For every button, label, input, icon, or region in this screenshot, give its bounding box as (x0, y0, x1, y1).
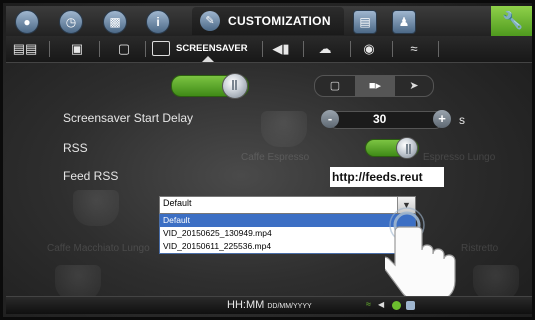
divider (438, 41, 439, 57)
tab-screensaver[interactable]: SCREENSAVER (150, 37, 262, 62)
book-icon[interactable]: ▤▤ (12, 41, 38, 57)
divider (49, 41, 50, 57)
weather-icon[interactable]: ☁ (312, 41, 338, 57)
toggle-knob (396, 137, 418, 159)
screensaver-video-dropdown: Default ▼ Default VID_20150625_130949.mp… (159, 196, 416, 254)
screensaver-delay-label: Screensaver Start Delay (63, 111, 194, 125)
tab-customization[interactable]: ✎ CUSTOMIZATION (192, 7, 344, 35)
divider (99, 41, 100, 57)
palette-icon[interactable]: ◉ (356, 41, 382, 57)
time-text: HH:MM (227, 299, 265, 311)
ghost-text: Caffe Espresso (241, 152, 310, 163)
dropdown-option[interactable]: VID_20150611_225536.mp4 (160, 240, 415, 253)
kiosk-screen: Caffe Espresso Espresso Lungo Caffe Macc… (0, 0, 535, 320)
wifi-status-icon: ≈ (366, 299, 371, 309)
feed-url-input[interactable]: http://feeds.reut (330, 167, 444, 187)
pointing-hand-icon (385, 207, 456, 302)
user-icon[interactable]: ♟ (392, 10, 416, 34)
info-icon[interactable]: i (146, 10, 170, 34)
dropdown-field[interactable]: Default ▼ (159, 196, 416, 214)
sub-tab-bar: ▤▤ ▣ ▢ SCREENSAVER ◀▮ ☁ ◉ ≈ (6, 36, 532, 63)
rss-label: RSS (63, 141, 88, 155)
wrench-icon[interactable]: 🔧 (491, 6, 532, 36)
dropdown-value: Default (163, 198, 192, 208)
tab-screensaver-label: SCREENSAVER (176, 43, 248, 54)
pencil-icon: ✎ (200, 11, 220, 31)
video-camera-icon[interactable]: ■▸ (355, 76, 395, 96)
increment-button[interactable]: + (433, 110, 451, 128)
screen-icon (152, 41, 170, 56)
rss-toggle[interactable] (365, 137, 419, 159)
feed-rss-label: Feed RSS (63, 169, 119, 183)
speaker-icon[interactable]: ◀▮ (268, 41, 294, 57)
media-type-selector: ▢ ■▸ ➤ (314, 75, 434, 97)
drop-icon[interactable]: ● (15, 10, 39, 34)
ghost-text: Espresso Lungo (423, 152, 496, 163)
clock-icon[interactable]: ◷ (59, 10, 83, 34)
divider (392, 41, 393, 57)
delay-value: 30 (373, 112, 387, 126)
top-tab-bar: ● ◷ ▩ i ✎ CUSTOMIZATION ▤ ♟ 🔧 (6, 6, 532, 37)
decrement-button[interactable]: - (321, 110, 339, 128)
play-icon[interactable]: ➤ (395, 76, 433, 96)
date-text: DD/MM/YYYY (267, 303, 312, 310)
volume-status-icon: ◀ (378, 300, 385, 309)
dropdown-list: Default VID_20150625_130949.mp4 VID_2015… (159, 214, 416, 254)
image-icon[interactable]: ▢ (111, 41, 137, 57)
screensaver-toggle[interactable] (171, 73, 249, 99)
divider (350, 41, 351, 57)
ghost-cup-image (261, 111, 307, 147)
clock-display: HH:MM DD/MM/YYYY (227, 299, 312, 311)
toggle-knob (222, 73, 248, 99)
display-settings-icon[interactable]: ▤ (353, 10, 377, 34)
frame-icon[interactable]: ▣ (64, 41, 90, 57)
user-status-icon (406, 301, 415, 310)
status-dot-icon (392, 301, 401, 310)
screensaver-delay-stepper: - 30 + s (321, 109, 465, 129)
delay-unit: s (459, 113, 465, 127)
status-bar: HH:MM DD/MM/YYYY ≈ ◀ (6, 296, 532, 314)
divider (145, 41, 146, 57)
divider (262, 41, 263, 57)
dropdown-option[interactable]: Default (160, 214, 415, 227)
tab-customization-label: CUSTOMIZATION (228, 14, 331, 28)
ghost-text: Caffe Macchiato Lungo (47, 243, 150, 254)
dropdown-option[interactable]: VID_20150625_130949.mp4 (160, 227, 415, 240)
ghost-cup-image (73, 190, 119, 226)
cup-icon[interactable]: ▩ (103, 10, 127, 34)
image-mode-icon[interactable]: ▢ (315, 76, 355, 96)
wifi-icon[interactable]: ≈ (401, 41, 427, 57)
divider (303, 41, 304, 57)
active-caret (202, 56, 214, 62)
